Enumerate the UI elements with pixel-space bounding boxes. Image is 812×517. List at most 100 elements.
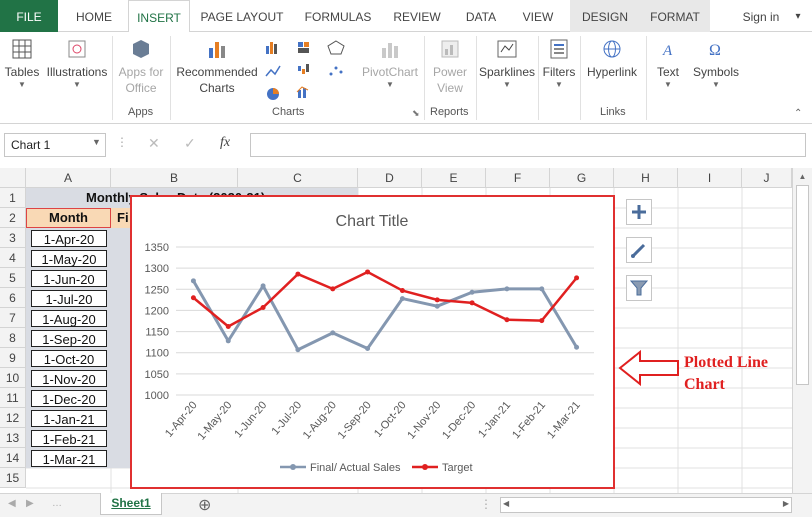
row-header[interactable]: 7 <box>0 308 26 328</box>
scroll-tabs-right-icon[interactable]: ▶ <box>26 498 34 509</box>
month-cell[interactable]: 1-Jan-21 <box>31 410 107 427</box>
row-header[interactable]: 1 <box>0 188 26 208</box>
row-header[interactable]: 13 <box>0 428 26 448</box>
filters-button[interactable]: Filters ▼ <box>540 38 578 90</box>
row-header[interactable]: 3 <box>0 228 26 248</box>
month-cell[interactable]: 1-Oct-20 <box>31 350 107 367</box>
text-button[interactable]: A Text ▼ <box>650 38 686 90</box>
row-header[interactable]: 5 <box>0 268 26 288</box>
pie-chart-icon[interactable] <box>267 88 279 100</box>
chevron-down-icon: ▼ <box>18 80 26 89</box>
row-header[interactable]: 6 <box>0 288 26 308</box>
column-header-c[interactable]: C <box>238 168 358 188</box>
row-header[interactable]: 8 <box>0 328 26 348</box>
scroll-left-icon[interactable]: ◀ <box>503 499 509 508</box>
month-cell[interactable]: 1-Dec-20 <box>31 390 107 407</box>
account-dropdown-icon[interactable]: ▾ <box>788 0 808 32</box>
month-cell[interactable]: 1-Aug-20 <box>31 310 107 327</box>
pivotchart-button[interactable]: PivotChart ▼ <box>360 38 420 90</box>
month-header-cell[interactable]: Month <box>26 208 111 228</box>
row-header[interactable]: 2 <box>0 208 26 228</box>
scatter-chart-icon[interactable] <box>329 66 343 76</box>
chart-elements-button[interactable] <box>626 199 652 225</box>
horizontal-scrollbar[interactable]: ◀ ▶ <box>500 497 792 513</box>
name-box-dropdown-icon[interactable]: ▼ <box>92 137 101 147</box>
power-view-button[interactable]: Power View <box>428 38 472 96</box>
month-cell[interactable]: 1-Jun-20 <box>31 270 107 287</box>
x-tick-label: 1-Feb-21 <box>510 399 548 441</box>
tab-format[interactable]: FORMAT <box>640 0 710 32</box>
month-cell[interactable]: 1-Nov-20 <box>31 370 107 387</box>
hierarchy-chart-icon[interactable] <box>298 42 309 53</box>
more-tabs-icon[interactable]: … <box>52 498 62 509</box>
symbols-button[interactable]: Ω Symbols ▼ <box>690 38 742 90</box>
name-box[interactable]: Chart 1 <box>4 133 106 157</box>
column-header-e[interactable]: E <box>422 168 486 188</box>
tab-design[interactable]: DESIGN <box>570 0 640 32</box>
select-all-corner[interactable] <box>0 168 26 188</box>
chart-filters-button[interactable] <box>626 275 652 301</box>
recommended-charts-button[interactable]: Recommended Charts <box>174 38 260 96</box>
column-header-h[interactable]: H <box>614 168 678 188</box>
dialog-launcher-icon[interactable]: ⬊ <box>412 108 420 119</box>
header-b-label: Fi <box>117 210 129 225</box>
header-b-cell[interactable]: Fi <box>111 208 131 228</box>
tab-file[interactable]: FILE <box>0 0 58 32</box>
chart-styles-button[interactable] <box>626 237 652 263</box>
row-header[interactable]: 4 <box>0 248 26 268</box>
row-header[interactable]: 9 <box>0 348 26 368</box>
tab-review[interactable]: REVIEW <box>388 0 446 32</box>
sign-in-link[interactable]: Sign in <box>736 0 786 32</box>
month-cell[interactable]: 1-Apr-20 <box>31 230 107 247</box>
illustrations-button[interactable]: Illustrations ▼ <box>44 38 110 90</box>
vertical-scrollbar[interactable]: ▲ <box>792 168 812 493</box>
radar-chart-icon[interactable] <box>327 40 345 55</box>
collapse-ribbon-icon[interactable]: ⌃ <box>794 108 802 119</box>
splitter-icon[interactable]: ⋮ <box>480 497 492 511</box>
row-header[interactable]: 10 <box>0 368 26 388</box>
row-header[interactable]: 15 <box>0 468 26 488</box>
scroll-tabs-left-icon[interactable]: ◀ <box>8 498 16 509</box>
waterfall-chart-icon[interactable] <box>298 64 309 74</box>
month-cell[interactable]: 1-Feb-21 <box>31 430 107 447</box>
column-header-j[interactable]: J <box>742 168 792 188</box>
column-header-f[interactable]: F <box>486 168 550 188</box>
column-header-i[interactable]: I <box>678 168 742 188</box>
combo-chart-icon[interactable] <box>296 86 309 98</box>
row-header[interactable]: 11 <box>0 388 26 408</box>
chevron-down-icon: ▼ <box>386 80 394 89</box>
column-chart-icon[interactable] <box>266 42 277 54</box>
tab-view[interactable]: VIEW <box>514 0 562 32</box>
add-sheet-icon[interactable]: ⊕ <box>198 495 211 515</box>
column-header-d[interactable]: D <box>358 168 422 188</box>
tab-formulas[interactable]: FORMULAS <box>298 0 378 32</box>
month-cell[interactable]: 1-Sep-20 <box>31 330 107 347</box>
tab-insert[interactable]: INSERT <box>128 0 190 33</box>
line-chart[interactable]: Chart Title 1000 1050 1100 1150 1200 1250 1300 1… <box>130 195 615 489</box>
apps-for-office-button[interactable]: Apps for Office <box>114 38 168 96</box>
row-header[interactable]: 12 <box>0 408 26 428</box>
month-cell[interactable]: 1-May-20 <box>31 250 107 267</box>
row-header[interactable]: 14 <box>0 448 26 468</box>
column-header-b[interactable]: B <box>111 168 238 188</box>
insert-function-icon[interactable]: fx <box>220 135 230 151</box>
scroll-thumb[interactable] <box>796 185 809 385</box>
sparklines-button[interactable]: Sparklines ▼ <box>478 38 536 90</box>
column-header-a[interactable]: A <box>26 168 111 188</box>
tables-button[interactable]: Tables ▼ <box>4 38 40 90</box>
svg-text:Ω: Ω <box>709 42 721 59</box>
month-cell[interactable]: 1-Jul-20 <box>31 290 107 307</box>
cancel-icon[interactable]: ✕ <box>148 135 160 152</box>
enter-icon[interactable]: ✓ <box>184 135 196 152</box>
scroll-right-icon[interactable]: ▶ <box>783 499 789 508</box>
tab-page-layout[interactable]: PAGE LAYOUT <box>196 0 288 32</box>
sheet-tab-sheet1[interactable]: Sheet1 <box>100 493 162 515</box>
month-cell[interactable]: 1-Mar-21 <box>31 450 107 467</box>
tab-data[interactable]: DATA <box>456 0 506 32</box>
hyperlink-button[interactable]: Hyperlink <box>582 38 642 80</box>
tab-home[interactable]: HOME <box>66 0 122 32</box>
column-header-g[interactable]: G <box>550 168 614 188</box>
formula-input[interactable] <box>250 133 806 157</box>
scroll-up-icon[interactable]: ▲ <box>793 172 812 181</box>
line-chart-icon[interactable] <box>265 65 281 77</box>
